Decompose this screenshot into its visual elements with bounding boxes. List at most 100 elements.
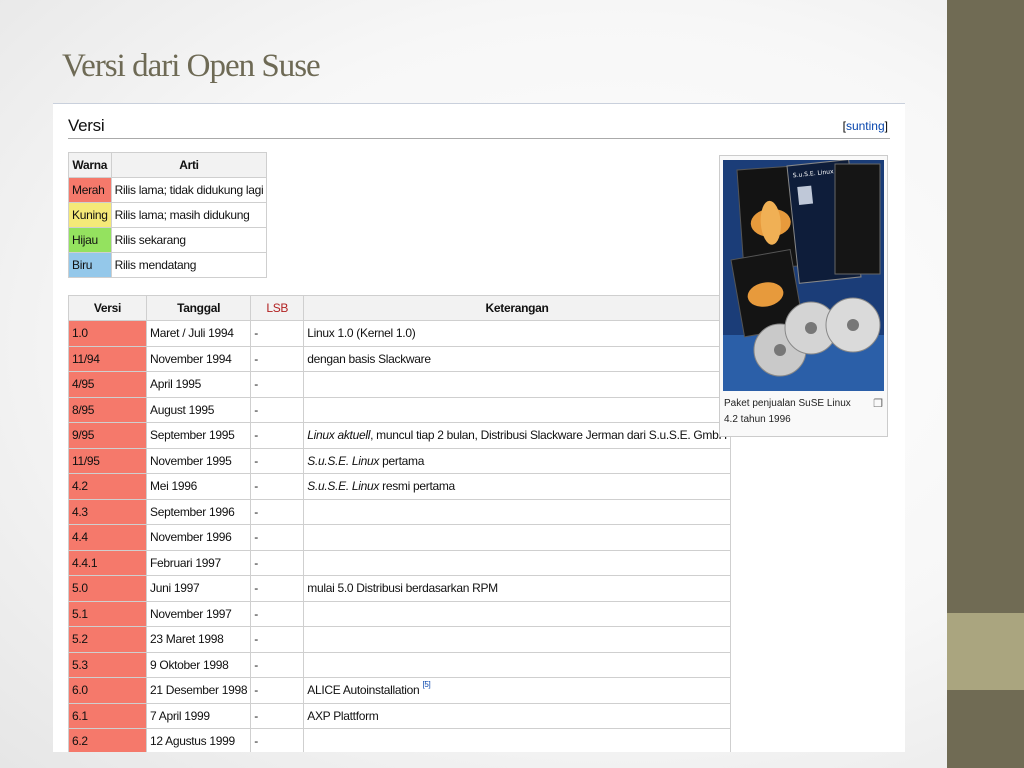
lsb-cell: - xyxy=(250,371,305,398)
table-row: 8/95 August 1995- xyxy=(68,396,731,423)
legend-row: Hijau Rilis sekarang xyxy=(68,227,268,253)
date-cell: 7 April 1999 xyxy=(145,702,252,729)
note-italic[interactable]: S.u.S.E. Linux xyxy=(307,479,379,493)
version-cell: 4.3 xyxy=(68,498,147,525)
version-cell: 4.4.1 xyxy=(68,549,147,576)
image-caption: Paket penjualan SuSE Linux 4.2 tahun 199… xyxy=(724,398,851,425)
table-row: 6.2 12 Agustus 1999- xyxy=(68,728,731,752)
edit-link[interactable]: [sunting] xyxy=(843,119,888,133)
table-row: 11/95 November 1995- S.u.S.E. Linux pertam… xyxy=(68,447,731,474)
date-cell: November 1994 xyxy=(145,345,252,372)
legend-header-color: Warna xyxy=(68,152,112,178)
date-cell: Mei 1996 xyxy=(145,473,252,500)
header-date: Tanggal xyxy=(145,295,252,321)
lsb-cell: - xyxy=(250,549,305,576)
table-row: 9/95 September 1995- Linux aktuell, muncul… xyxy=(68,422,731,449)
note-text: dengan basis Slackware xyxy=(307,351,431,366)
version-cell: 5.0 xyxy=(68,575,147,602)
note-cell xyxy=(303,626,731,653)
version-cell: 6.0 xyxy=(68,677,147,704)
date-cell: November 1995 xyxy=(145,447,252,474)
table-row: 6.0 21 Desember 1998- ALICE Autoinstallati… xyxy=(68,677,731,704)
legend-color-cell: Hijau xyxy=(68,227,112,253)
note-text: resmi pertama xyxy=(379,479,455,494)
side-accent xyxy=(947,613,1024,690)
lsb-cell: - xyxy=(250,626,305,653)
lsb-cell: - xyxy=(250,651,305,678)
legend-color-cell: Merah xyxy=(68,177,112,203)
table-row: 4.4 November 1996- xyxy=(68,524,731,551)
reference-link[interactable]: [5] xyxy=(422,680,430,689)
note-text: AXP Plattform xyxy=(307,708,379,723)
note-cell: S.u.S.E. Linux pertama xyxy=(303,447,731,474)
version-cell: 9/95 xyxy=(68,422,147,449)
note-text: Linux 1.0 (Kernel 1.0) xyxy=(307,326,416,341)
note-cell: ALICE Autoinstallation [5] xyxy=(303,677,731,704)
legend-table: Warna Arti Merah Rilis lama; tidak diduku… xyxy=(68,152,268,278)
lsb-cell: - xyxy=(250,677,305,704)
date-cell: August 1995 xyxy=(145,396,252,423)
edit-link-label[interactable]: sunting xyxy=(846,119,885,133)
note-text: mulai 5.0 Distribusi berdasarkan RPM xyxy=(307,581,498,596)
version-cell: 11/94 xyxy=(68,345,147,372)
lsb-cell: - xyxy=(250,345,305,372)
table-row: 11/94 November 1994- dengan basis Slackwar… xyxy=(68,345,731,372)
note-cell xyxy=(303,396,731,423)
table-row: 5.2 23 Maret 1998- xyxy=(68,626,731,653)
note-italic[interactable]: Linux aktuell xyxy=(307,428,370,442)
date-cell: September 1996 xyxy=(145,498,252,525)
version-cell: 5.3 xyxy=(68,651,147,678)
date-cell: 12 Agustus 1999 xyxy=(145,728,252,752)
note-cell xyxy=(303,524,731,551)
date-cell: 21 Desember 1998 xyxy=(145,677,252,704)
version-cell: 4/95 xyxy=(68,371,147,398)
image-thumbnail: S.u.S.E. Linux 4.2 Paket penjualan SuSE … xyxy=(719,155,888,437)
date-cell: 9 Oktober 1998 xyxy=(145,651,252,678)
legend-row: Kuning Rilis lama; masih didukung xyxy=(68,202,268,228)
version-cell: 5.2 xyxy=(68,626,147,653)
date-cell: November 1997 xyxy=(145,600,252,627)
lsb-cell: - xyxy=(250,447,305,474)
note-cell xyxy=(303,728,731,752)
note-cell: Linux 1.0 (Kernel 1.0) xyxy=(303,320,731,347)
section-header: Versi [sunting] xyxy=(68,116,890,139)
table-row: 4.3 September 1996- xyxy=(68,498,731,525)
suse-box-photo[interactable]: S.u.S.E. Linux 4.2 xyxy=(723,160,884,391)
legend-color-cell: Biru xyxy=(68,252,112,278)
note-cell xyxy=(303,600,731,627)
note-text: pertama xyxy=(379,453,425,468)
note-cell: Linux aktuell, muncul tiap 2 bulan, Dist… xyxy=(303,422,731,449)
slide-title: Versi dari Open Suse xyxy=(62,48,321,84)
table-row: 4/95 April 1995- xyxy=(68,371,731,398)
legend-meaning-cell: Rilis lama; masih didukung xyxy=(110,202,268,228)
version-cell: 1.0 xyxy=(68,320,147,347)
lsb-cell: - xyxy=(250,320,305,347)
table-row: 5.1 November 1997- xyxy=(68,600,731,627)
legend-meaning-cell: Rilis sekarang xyxy=(110,227,268,253)
date-cell: September 1995 xyxy=(145,422,252,449)
note-text: ALICE Autoinstallation xyxy=(307,683,423,698)
table-row: 5.0 Juni 1997- mulai 5.0 Distribusi berdas… xyxy=(68,575,731,602)
date-cell: April 1995 xyxy=(145,371,252,398)
version-cell: 8/95 xyxy=(68,396,147,423)
date-cell: 23 Maret 1998 xyxy=(145,626,252,653)
versions-table: Versi Tanggal LSB Keterangan 1.0 Maret / … xyxy=(68,295,731,752)
note-cell: dengan basis Slackware xyxy=(303,345,731,372)
version-cell: 5.1 xyxy=(68,600,147,627)
enlarge-icon[interactable]: ❐ xyxy=(873,397,883,410)
version-cell: 6.2 xyxy=(68,728,147,752)
note-italic[interactable]: S.u.S.E. Linux xyxy=(307,454,379,468)
section-title: Versi xyxy=(68,116,105,135)
note-cell: AXP Plattform xyxy=(303,702,731,729)
lsb-cell: - xyxy=(250,422,305,449)
date-cell: Juni 1997 xyxy=(145,575,252,602)
version-cell: 4.4 xyxy=(68,524,147,551)
table-row: 4.4.1 Februari 1997- xyxy=(68,549,731,576)
note-cell xyxy=(303,651,731,678)
note-cell: S.u.S.E. Linux resmi pertama xyxy=(303,473,731,500)
header-lsb[interactable]: LSB xyxy=(250,295,305,321)
table-row: 4.2 Mei 1996- S.u.S.E. Linux resmi pertama xyxy=(68,473,731,500)
lsb-cell: - xyxy=(250,728,305,752)
version-cell: 11/95 xyxy=(68,447,147,474)
note-cell xyxy=(303,549,731,576)
